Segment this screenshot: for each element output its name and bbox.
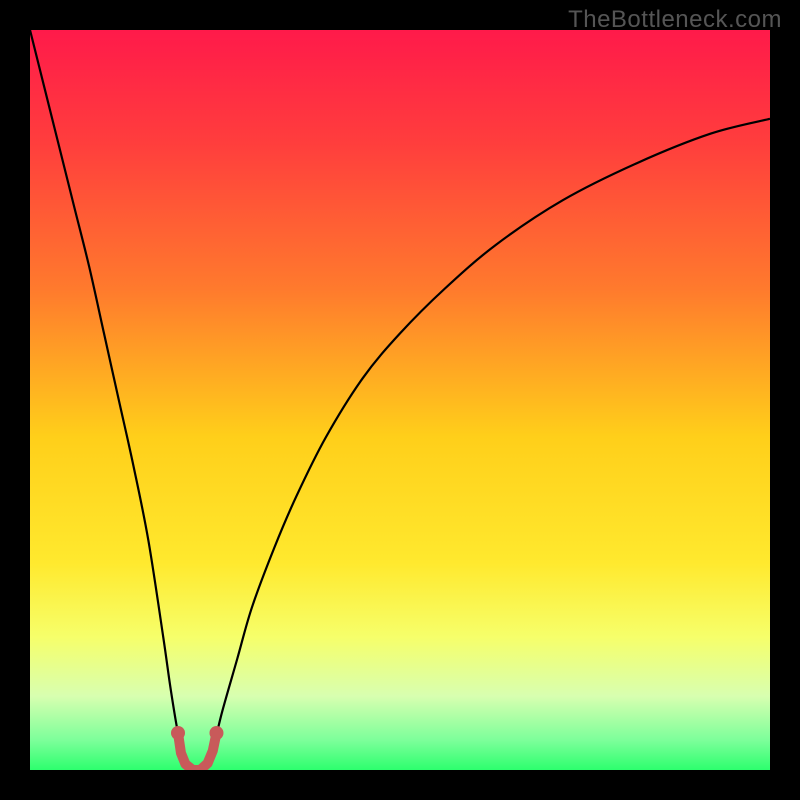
optimal-region-endpoint [171,726,185,740]
bottleneck-chart [30,30,770,770]
optimal-region-endpoint [209,726,223,740]
watermark-text: TheBottleneck.com [568,6,782,34]
gradient-background [30,30,770,770]
plot-area [30,30,770,770]
chart-container: TheBottleneck.com [0,0,800,800]
